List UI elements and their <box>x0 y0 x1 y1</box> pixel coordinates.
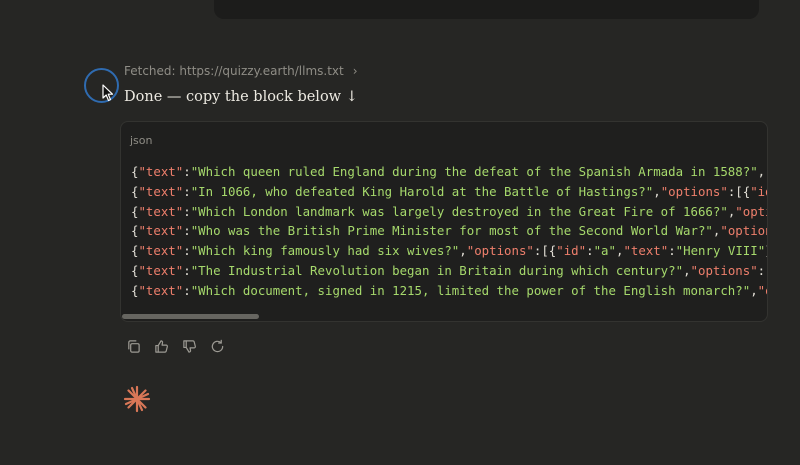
thumbs-down-icon <box>182 339 196 353</box>
claude-spark-icon <box>123 385 151 413</box>
code-line: {"text":"The Industrial Revolution began… <box>131 261 767 281</box>
message-actions <box>124 337 226 355</box>
thumbs-up-button[interactable] <box>152 337 170 355</box>
code-line: {"text":"Which document, signed in 1215,… <box>131 281 767 301</box>
code-content[interactable]: {"text":"Which queen ruled England durin… <box>131 162 767 301</box>
thumbs-down-button[interactable] <box>180 337 198 355</box>
code-line: {"text":"Which London landmark was large… <box>131 202 767 222</box>
code-token: , <box>683 262 691 278</box>
code-token: "opti <box>735 203 767 219</box>
code-token: "id" <box>556 243 587 259</box>
code-token: :[ <box>757 262 767 278</box>
code-token: "text" <box>138 164 184 179</box>
code-token: "text" <box>138 203 184 219</box>
code-token: "Which document, signed in 1215, limited… <box>190 282 751 298</box>
code-token: : <box>183 203 191 219</box>
retry-icon <box>211 339 223 352</box>
horizontal-scrollbar[interactable] <box>122 314 259 319</box>
code-token: :[{ <box>533 243 557 259</box>
code-token: "id <box>750 183 767 199</box>
retry-button[interactable] <box>208 337 226 355</box>
code-token: "text" <box>138 243 184 259</box>
code-token: "text" <box>138 183 184 199</box>
code-token: : <box>183 164 191 179</box>
code-token: : <box>183 243 191 259</box>
code-token: "Which London landmark was largely destr… <box>190 203 728 219</box>
code-token: "Which queen ruled England during the de… <box>190 164 758 179</box>
code-token: "Who was the British Prime Minister for … <box>190 223 713 239</box>
code-token: "options" <box>690 262 758 278</box>
code-token: : <box>183 183 191 199</box>
code-line: {"text":"In 1066, who defeated King Haro… <box>131 182 767 202</box>
code-token: "o <box>757 282 767 298</box>
code-token: , <box>750 282 758 298</box>
fetched-link[interactable]: Fetched: https://quizzy.earth/llms.txt › <box>124 64 358 78</box>
copy-button[interactable] <box>124 337 142 355</box>
fetched-label: Fetched: https://quizzy.earth/llms.txt <box>124 64 344 78</box>
code-token: : <box>183 282 191 298</box>
assistant-message-text: Done — copy the block below ↓ <box>124 89 358 105</box>
code-token: :[{ <box>727 183 751 199</box>
code-token: "Which king famously had six wives?" <box>190 243 460 259</box>
code-token: : <box>586 243 594 259</box>
copy-icon <box>127 339 140 353</box>
code-token: : <box>183 223 191 239</box>
code-token: "a" <box>593 243 616 259</box>
code-line: {"text":"Which king famously had six wiv… <box>131 241 767 261</box>
code-token: , <box>459 243 467 259</box>
code-token: } <box>765 243 767 258</box>
chevron-right-icon: › <box>352 64 358 78</box>
code-token: "text" <box>138 223 184 239</box>
code-token: "text" <box>138 262 184 278</box>
thumbs-up-icon <box>154 339 168 353</box>
code-line: {"text":"Who was the British Prime Minis… <box>131 221 767 241</box>
code-token: : <box>668 243 676 259</box>
code-token: "text" <box>623 243 669 259</box>
code-token: "The Industrial Revolution began in Brit… <box>190 262 684 278</box>
code-token: "In 1066, who defeated King Harold at th… <box>190 183 654 199</box>
code-token: , <box>653 183 661 199</box>
previous-message-bubble <box>214 0 759 19</box>
code-block: json {"text":"Which queen ruled England … <box>120 121 768 322</box>
code-token: "text" <box>138 282 184 298</box>
code-language-label: json <box>130 134 153 147</box>
code-token: "option <box>720 223 767 239</box>
code-token: "options" <box>466 243 534 259</box>
code-token: ," <box>757 164 767 179</box>
mouse-cursor-icon <box>102 84 114 102</box>
code-token: "options" <box>660 183 728 199</box>
code-token: "Henry VIII" <box>675 243 766 259</box>
code-token: : <box>183 262 191 278</box>
code-line: {"text":"Which queen ruled England durin… <box>131 162 767 182</box>
